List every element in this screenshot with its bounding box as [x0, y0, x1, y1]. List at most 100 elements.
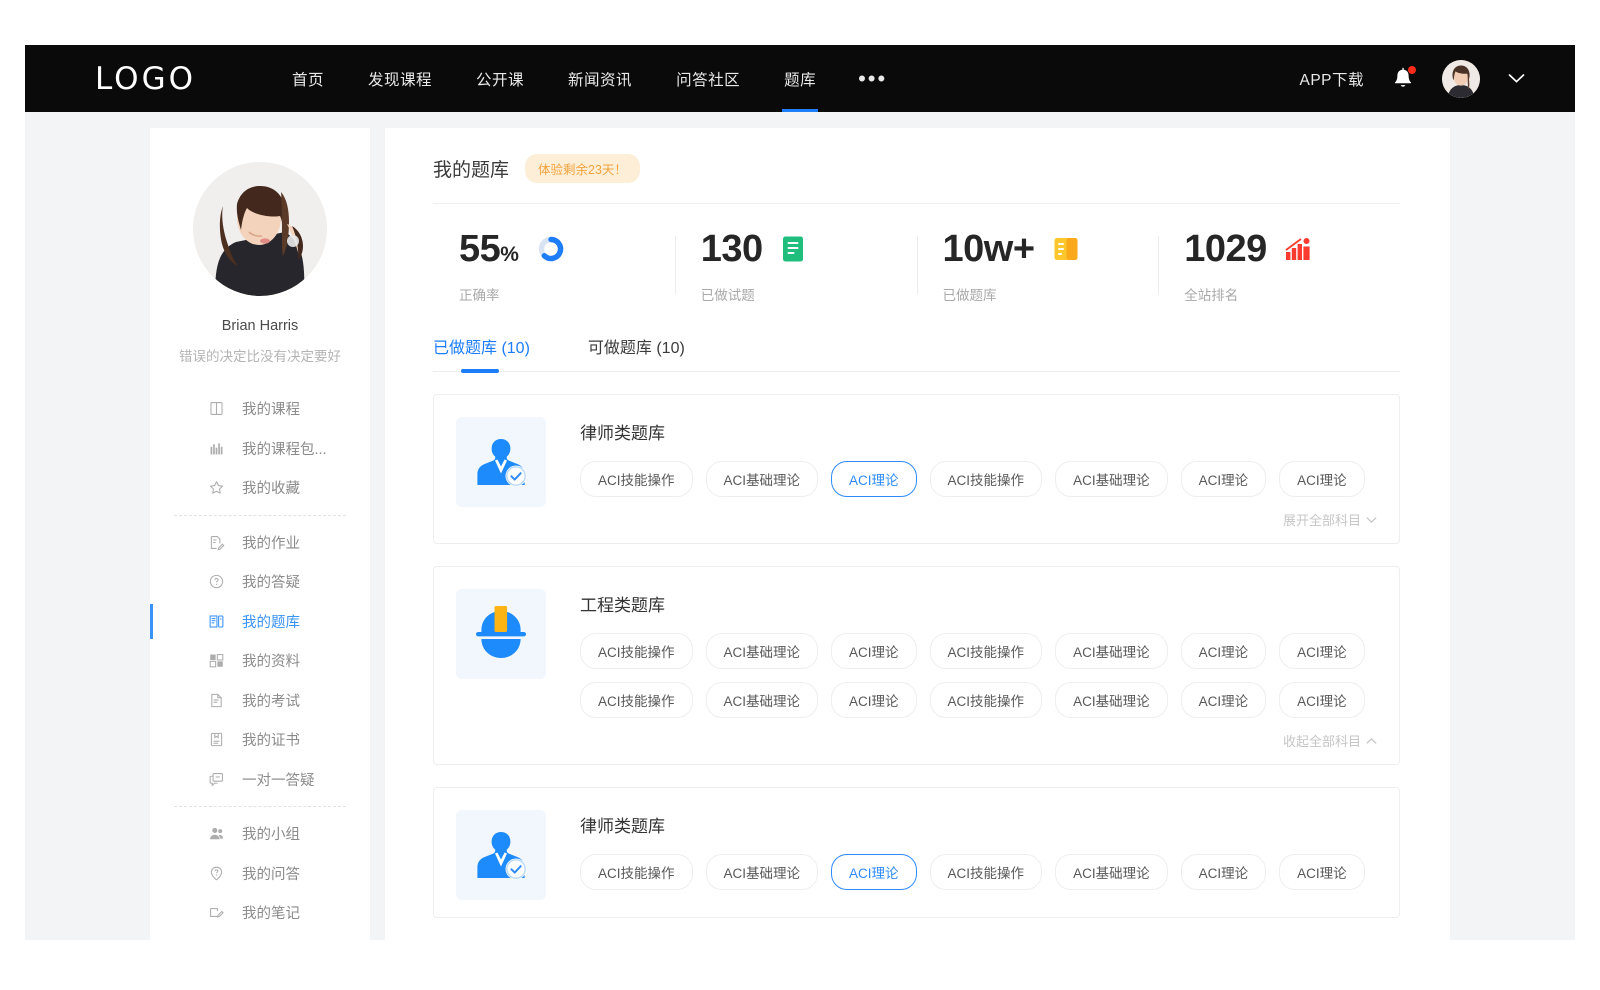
subject-tag[interactable]: ACI理论: [1181, 682, 1267, 718]
stat-number: 130: [701, 228, 763, 270]
nav-item-2[interactable]: 公开课: [454, 45, 546, 112]
sidebar-item-label: 我的作业: [242, 532, 300, 553]
sidebar-item-1-6[interactable]: 一对一答疑: [150, 760, 370, 800]
subject-tag[interactable]: ACI理论: [1279, 854, 1365, 890]
question-bank-card[interactable]: 工程类题库ACI技能操作ACI基础理论ACI理论ACI技能操作ACI基础理论AC…: [433, 566, 1400, 765]
subject-tag[interactable]: ACI基础理论: [706, 461, 819, 497]
subject-tag[interactable]: ACI基础理论: [1055, 682, 1168, 718]
nav-item-1[interactable]: 发现课程: [346, 45, 454, 112]
tab-0[interactable]: 已做题库 (10): [433, 334, 530, 371]
tag-row: ACI技能操作 ACI基础理论 ACI理论 ACI技能操作 ACI基础理论 ACI理论 AC…: [580, 854, 1377, 890]
sidebar-item-1-4[interactable]: 我的考试: [150, 681, 370, 721]
nav-item-label: 题库: [784, 68, 816, 90]
site-logo[interactable]: LOGO: [95, 61, 196, 97]
subject-tag[interactable]: ACI理论: [1279, 461, 1365, 497]
nav-item-3[interactable]: 新闻资讯: [546, 45, 654, 112]
lawyer-avatar-icon: [468, 429, 534, 495]
subject-tag[interactable]: ACI技能操作: [930, 682, 1043, 718]
sidebar-item-2-2[interactable]: 我的笔记: [150, 893, 370, 933]
question-bank-card[interactable]: 律师类题库ACI技能操作ACI基础理论ACI理论ACI技能操作ACI基础理论AC…: [433, 394, 1400, 544]
sidebar-item-0-2[interactable]: 我的收藏: [150, 468, 370, 508]
sidebar: Brian Harris 错误的决定比没有决定要好 我的课程我的课程包...我的…: [150, 128, 370, 940]
sidebar-item-1-2[interactable]: 我的题库: [150, 602, 370, 642]
subject-tag[interactable]: ACI技能操作: [580, 854, 693, 890]
trial-status-badge: 体验剩余23天！: [525, 154, 640, 183]
notification-bell-button[interactable]: [1392, 67, 1414, 91]
user-menu-chevron-button[interactable]: [1508, 73, 1525, 84]
subject-tag[interactable]: ACI理论: [1181, 461, 1267, 497]
subject-tag-label: ACI基础理论: [1073, 866, 1150, 881]
subject-tag[interactable]: ACI基础理论: [1055, 633, 1168, 669]
subject-tag-label: ACI基础理论: [724, 694, 801, 709]
subject-tag-label: ACI基础理论: [724, 473, 801, 488]
subject-tag-label: ACI技能操作: [598, 866, 675, 881]
subject-tag[interactable]: ACI技能操作: [930, 633, 1043, 669]
sidebar-item-1-3[interactable]: 我的资料: [150, 641, 370, 681]
toggle-subjects-button[interactable]: 收起全部科目: [580, 731, 1377, 750]
orange-book-icon: [1053, 236, 1079, 262]
subject-tag[interactable]: ACI理论: [1181, 633, 1267, 669]
subject-tag[interactable]: ACI技能操作: [930, 461, 1043, 497]
tag-row: ACI技能操作 ACI基础理论 ACI理论 ACI技能操作 ACI基础理论 ACI理论 AC…: [580, 461, 1377, 497]
certificate-icon: [208, 731, 225, 748]
subject-tag-label: ACI理论: [1199, 694, 1249, 709]
sidebar-item-2-1[interactable]: 我的问答: [150, 854, 370, 894]
tab-1[interactable]: 可做题库 (10): [588, 334, 685, 371]
stat-card-0: 55%正确率: [433, 230, 675, 304]
subject-tag[interactable]: ACI基础理论: [1055, 854, 1168, 890]
subject-tag[interactable]: ACI理论: [831, 461, 917, 497]
subject-tag[interactable]: ACI基础理论: [706, 854, 819, 890]
sidebar-item-label: 我的课程: [242, 398, 300, 419]
subject-tag[interactable]: ACI理论: [1181, 854, 1267, 890]
subject-tag[interactable]: ACI技能操作: [580, 461, 693, 497]
nav-item-4[interactable]: 问答社区: [654, 45, 762, 112]
stat-label: 正确率: [459, 284, 675, 304]
user-avatar-button[interactable]: [1442, 60, 1480, 98]
profile-user-name: Brian Harris: [166, 318, 354, 334]
nav-more-button[interactable]: •••: [838, 45, 907, 112]
sidebar-item-1-5[interactable]: 我的证书: [150, 720, 370, 760]
subject-tag[interactable]: ACI理论: [831, 854, 917, 890]
card-body: 律师类题库ACI技能操作ACI基础理论ACI理论ACI技能操作ACI基础理论AC…: [580, 810, 1377, 903]
lawyer-avatar-icon: [468, 822, 534, 888]
sidebar-item-label: 一对一答疑: [242, 769, 315, 790]
sidebar-item-0-0[interactable]: 我的课程: [150, 389, 370, 429]
subject-tag-label: ACI理论: [1199, 473, 1249, 488]
subject-tag-label: ACI技能操作: [948, 866, 1025, 881]
toggle-subjects-label: 收起全部科目: [1283, 731, 1361, 750]
main-header: 我的题库 体验剩余23天！: [433, 154, 1400, 204]
chevron-down-icon: [1508, 73, 1525, 84]
question-circle-icon: [208, 573, 225, 590]
question-bank-list: 律师类题库ACI技能操作ACI基础理论ACI理论ACI技能操作ACI基础理论AC…: [433, 372, 1400, 918]
subject-tag[interactable]: ACI理论: [1279, 682, 1365, 718]
subject-tag[interactable]: ACI理论: [1279, 633, 1365, 669]
menu-divider: [174, 806, 346, 807]
subject-tag[interactable]: ACI理论: [831, 633, 917, 669]
tag-row: ACI技能操作 ACI基础理论 ACI理论 ACI技能操作 ACI基础理论 ACI理论 AC…: [580, 633, 1377, 669]
subject-tag[interactable]: ACI技能操作: [580, 633, 693, 669]
menu-group-0: 我的课程我的课程包...我的收藏: [150, 389, 370, 508]
sidebar-item-2-0[interactable]: 我的小组: [150, 814, 370, 854]
helmet-icon: [468, 603, 534, 665]
menu-group-2: 我的小组我的问答我的笔记: [150, 814, 370, 933]
subject-tag[interactable]: ACI基础理论: [706, 633, 819, 669]
subject-tag[interactable]: ACI理论: [831, 682, 917, 718]
sidebar-item-0-1[interactable]: 我的课程包...: [150, 429, 370, 469]
app-download-link[interactable]: APP下载: [1299, 68, 1364, 90]
sidebar-item-1-1[interactable]: 我的答疑: [150, 562, 370, 602]
sidebar-item-label: 我的答疑: [242, 571, 300, 592]
nav-item-label: 问答社区: [676, 68, 740, 90]
subject-tag-label: ACI技能操作: [948, 694, 1025, 709]
subject-tag[interactable]: ACI基础理论: [1055, 461, 1168, 497]
card-body: 律师类题库ACI技能操作ACI基础理论ACI理论ACI技能操作ACI基础理论AC…: [580, 417, 1377, 529]
stat-value-row: 10w+: [943, 230, 1159, 268]
question-bank-card[interactable]: 律师类题库ACI技能操作ACI基础理论ACI理论ACI技能操作ACI基础理论AC…: [433, 787, 1400, 918]
nav-item-0[interactable]: 首页: [270, 45, 346, 112]
subject-tag[interactable]: ACI基础理论: [706, 682, 819, 718]
nav-item-5[interactable]: 题库: [762, 45, 838, 112]
toggle-subjects-label: 展开全部科目: [1283, 510, 1361, 529]
subject-tag[interactable]: ACI技能操作: [580, 682, 693, 718]
subject-tag[interactable]: ACI技能操作: [930, 854, 1043, 890]
toggle-subjects-button[interactable]: 展开全部科目: [580, 510, 1377, 529]
sidebar-item-1-0[interactable]: 我的作业: [150, 523, 370, 563]
